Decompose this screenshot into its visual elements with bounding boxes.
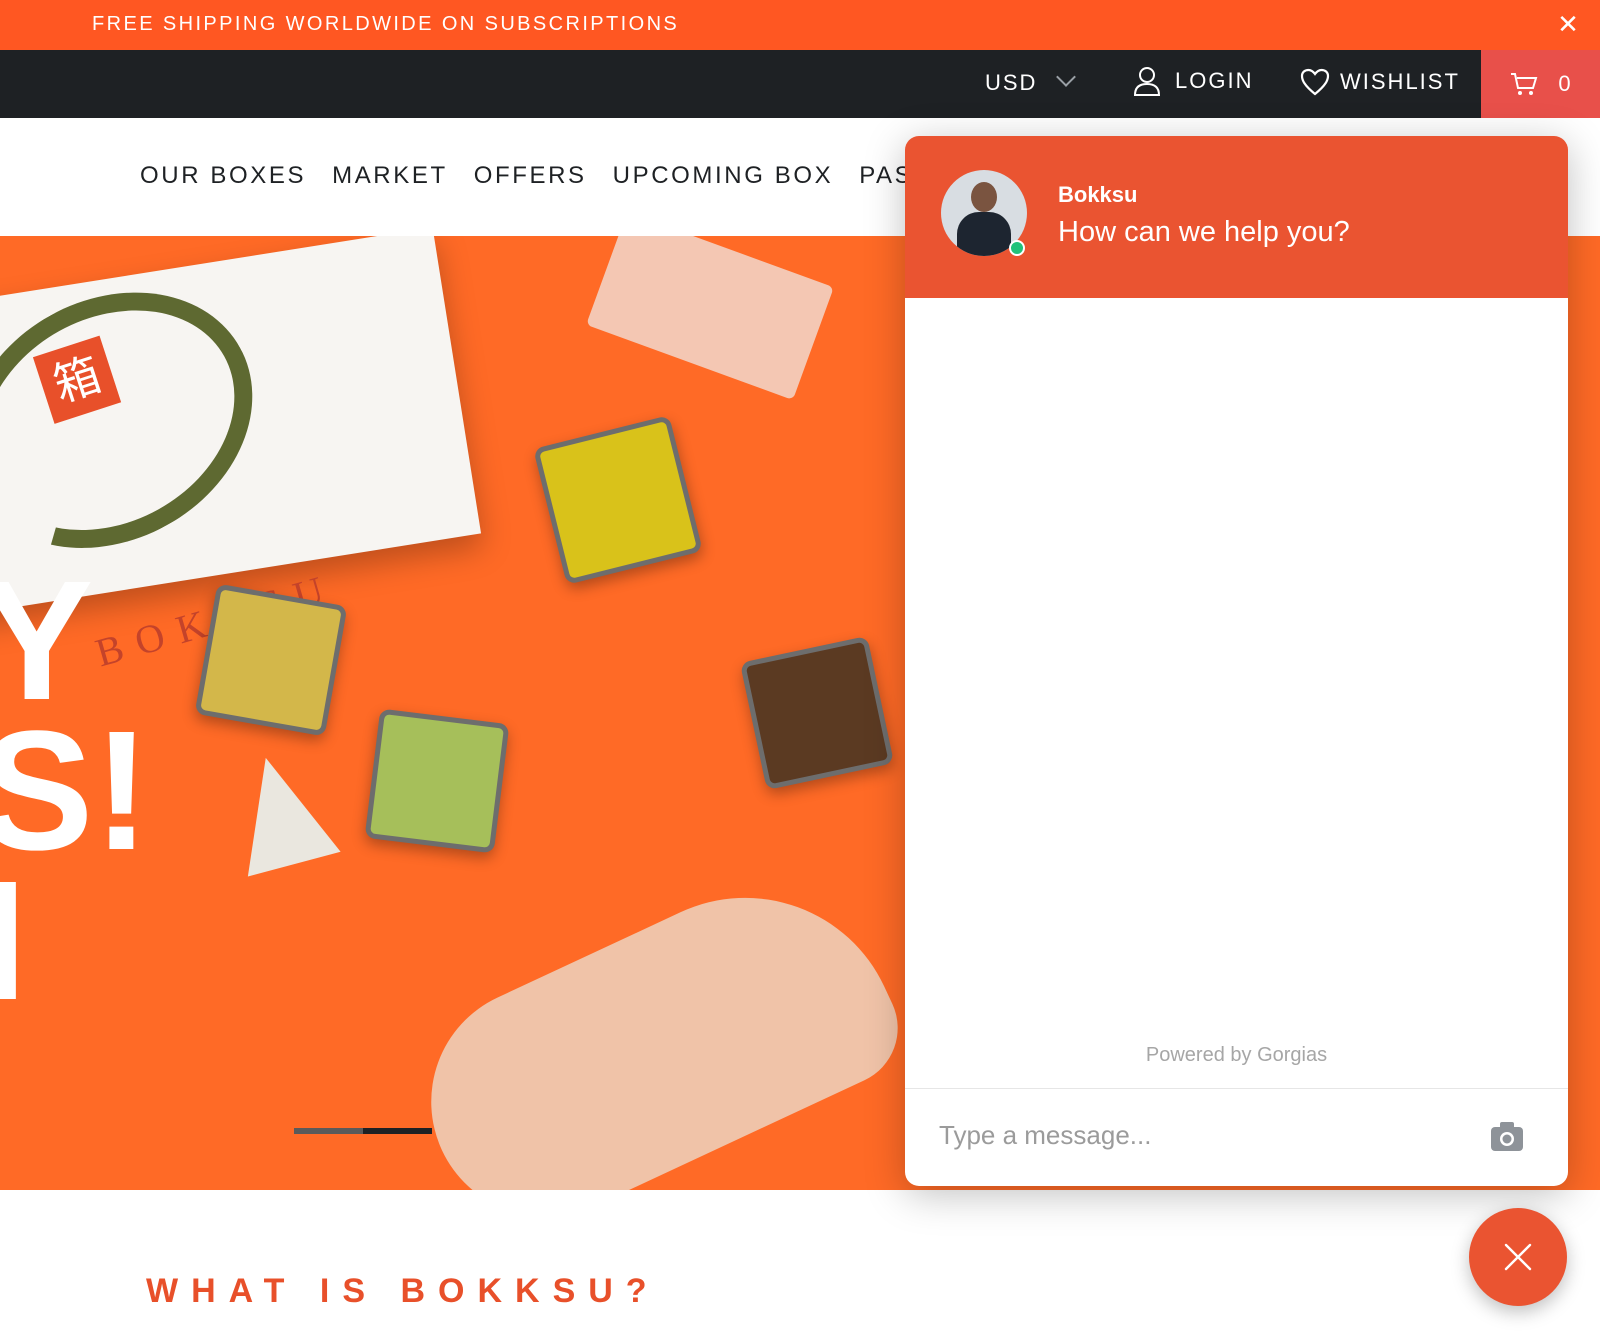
snack-bag-image: [586, 236, 834, 401]
slider-dots: [294, 1128, 432, 1134]
slider-dot-1[interactable]: [294, 1128, 363, 1134]
snack-pouch-image: [219, 745, 341, 877]
heart-icon: [1300, 68, 1330, 96]
close-icon[interactable]: ✕: [1554, 10, 1582, 38]
wishlist-label: WISHLIST: [1340, 69, 1460, 94]
main-nav: OUR BOXES MARKET OFFERS UPCOMING BOX PAS…: [140, 162, 931, 190]
snack-tray-dark: [739, 635, 895, 791]
avatar-body: [957, 212, 1011, 256]
chat-composer: [905, 1088, 1568, 1186]
section-heading: WHAT IS BOKKSU?: [146, 1272, 660, 1310]
hero-headline-line: I: [0, 846, 28, 1036]
snack-tray-yellow: [533, 415, 703, 585]
close-icon: [1504, 1243, 1532, 1271]
nav-offers[interactable]: OFFERS: [474, 162, 587, 190]
message-input[interactable]: [939, 1115, 1459, 1155]
user-icon: [1133, 67, 1161, 96]
currency-selector[interactable]: USD: [985, 67, 1077, 96]
cart-button[interactable]: 0: [1481, 50, 1600, 118]
wishlist-link[interactable]: WISHLIST: [1300, 68, 1460, 96]
hero-headline-line: Y: [0, 546, 94, 736]
utility-bar: USD LOGIN WISHLIST 0: [0, 50, 1600, 118]
snack-tray-peanut: [194, 583, 348, 737]
announcement-bar: FREE SHIPPING WORLDWIDE ON SUBSCRIPTIONS…: [0, 0, 1600, 50]
chat-greeting: How can we help you?: [1058, 216, 1350, 248]
hero-headline-line: S!: [0, 696, 150, 886]
login-link[interactable]: LOGIN: [1133, 66, 1253, 96]
camera-icon[interactable]: [1489, 1119, 1525, 1153]
online-status-icon: [1009, 240, 1025, 256]
brush-ring-graphic: [0, 242, 299, 598]
currency-label: USD: [985, 70, 1038, 95]
slider-dot-2[interactable]: [363, 1128, 432, 1134]
chat-window: Bokksu How can we help you? Powered by G…: [905, 136, 1568, 1186]
nav-our-boxes[interactable]: OUR BOXES: [140, 162, 306, 190]
chat-close-button[interactable]: [1469, 1208, 1567, 1306]
nav-upcoming-box[interactable]: UPCOMING BOX: [613, 162, 834, 190]
cart-count: 0: [1558, 71, 1571, 96]
chevron-down-icon: [1056, 67, 1077, 87]
chat-agent-name: Bokksu: [1058, 182, 1138, 207]
hero-headline-fragment: Y S! I: [0, 546, 150, 1036]
powered-by-text[interactable]: Powered by Gorgias: [905, 1044, 1568, 1067]
hand-image: [393, 847, 917, 1190]
announcement-text: FREE SHIPPING WORLDWIDE ON SUBSCRIPTIONS: [92, 13, 680, 35]
nav-market[interactable]: MARKET: [332, 162, 448, 190]
cart-icon: [1511, 73, 1538, 95]
chat-header: Bokksu How can we help you?: [905, 136, 1568, 298]
login-label: LOGIN: [1175, 68, 1254, 93]
avatar-head: [971, 182, 997, 212]
snack-tray-pea: [364, 708, 510, 854]
